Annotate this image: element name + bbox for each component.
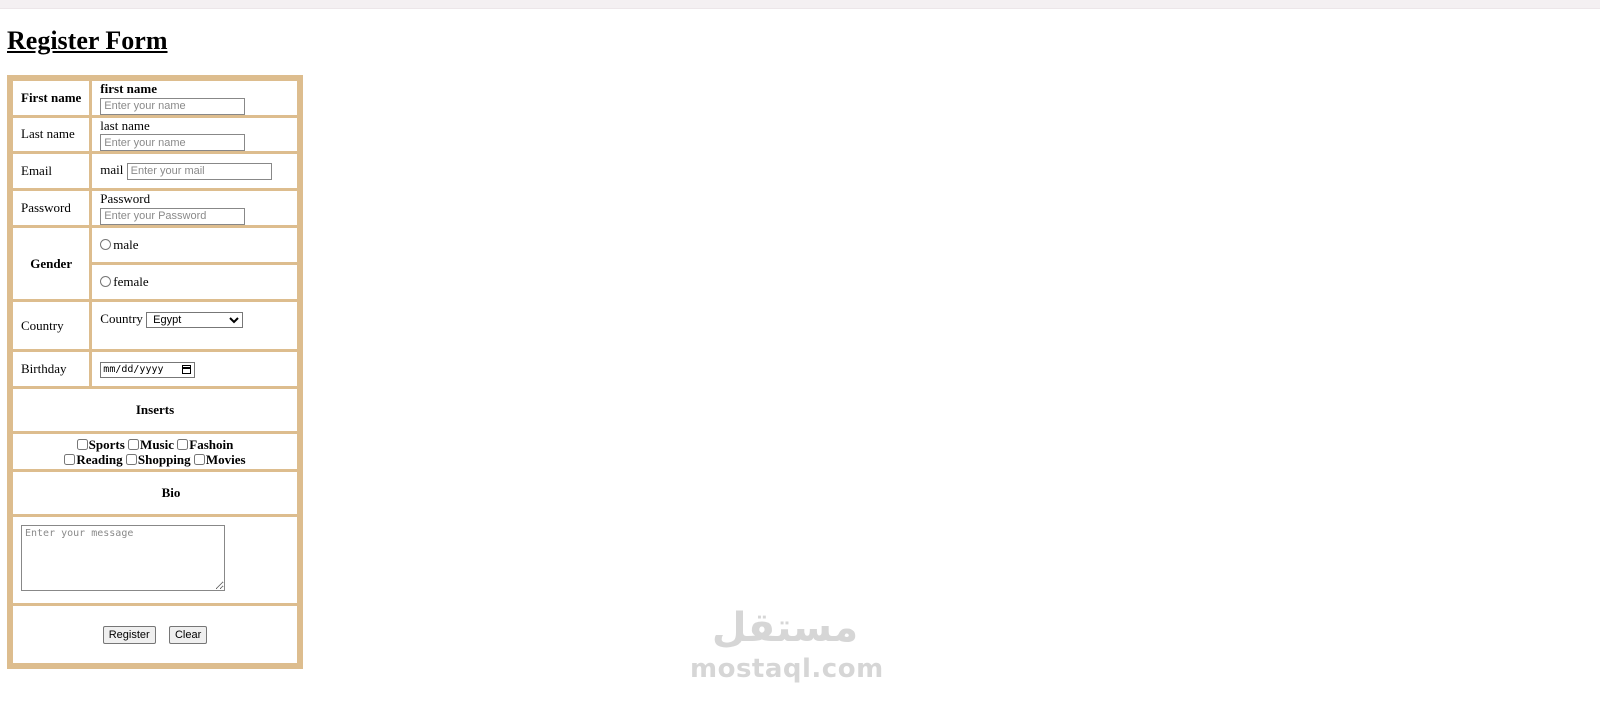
first-name-field-label: first name: [100, 81, 157, 96]
page-title: Register Form: [7, 26, 168, 55]
browser-top-strip: [0, 0, 1600, 9]
gender-female-option[interactable]: female: [100, 274, 149, 290]
birthday-placeholder: mm/dd/yyyy: [103, 363, 164, 375]
last-name-input[interactable]: [100, 134, 246, 152]
gender-male-label: male: [113, 237, 139, 253]
buttons-cell: Register Clear: [13, 606, 297, 663]
calendar-icon[interactable]: [182, 364, 192, 374]
interest-music[interactable]: Music: [128, 437, 174, 452]
interests-header: Inserts: [13, 389, 297, 432]
first-name-cell: first name: [92, 81, 297, 115]
last-name-field-label: last name: [100, 117, 150, 133]
country-select[interactable]: Egypt: [146, 312, 244, 329]
gender-male-cell: male: [92, 228, 297, 263]
interest-fashoin-label: Fashoin: [189, 436, 234, 452]
gender-male-radio[interactable]: [100, 239, 112, 251]
gender-label: Gender: [13, 228, 90, 300]
interest-shopping[interactable]: Shopping: [125, 451, 191, 467]
interest-reading-label: Reading: [76, 451, 123, 467]
country-field-label: Country: [100, 311, 143, 327]
first-name-input[interactable]: [100, 97, 246, 115]
clear-button[interactable]: Clear: [168, 625, 208, 644]
bio-textarea[interactable]: [21, 525, 225, 592]
password-input[interactable]: [100, 207, 246, 225]
interest-fashoin[interactable]: Fashoin: [177, 437, 233, 452]
gender-female-cell: female: [92, 265, 297, 300]
email-cell: mail: [92, 154, 297, 189]
country-label: Country: [13, 302, 90, 350]
interest-movies-checkbox[interactable]: [193, 453, 205, 465]
bio-header: Bio: [13, 472, 297, 515]
register-form-table: First name first name Last name last nam…: [7, 75, 303, 669]
bio-cell: [13, 517, 297, 604]
interest-movies[interactable]: Movies: [193, 451, 246, 467]
interest-fashoin-checkbox[interactable]: [177, 438, 189, 450]
email-input[interactable]: [126, 162, 272, 180]
interest-sports[interactable]: Sports: [76, 436, 125, 452]
interest-sports-label: Sports: [88, 436, 125, 452]
gender-female-radio[interactable]: [100, 276, 112, 288]
gender-female-label: female: [113, 274, 149, 290]
interest-movies-label: Movies: [205, 451, 246, 467]
last-name-cell: last name: [92, 117, 297, 152]
first-name-label: First name: [13, 81, 90, 115]
last-name-label: Last name: [13, 117, 90, 152]
interest-shopping-label: Shopping: [137, 451, 191, 467]
country-cell: Country Egypt: [92, 302, 297, 350]
gender-male-option[interactable]: male: [100, 237, 139, 253]
email-label: Email: [13, 154, 90, 189]
register-button[interactable]: Register: [102, 625, 156, 644]
interest-reading-checkbox[interactable]: [64, 453, 76, 465]
birthday-cell: mm/dd/yyyy: [92, 352, 297, 387]
interests-cell: Sports Music Fashoin Reading Shopping Mo…: [13, 434, 297, 470]
password-cell: Password: [92, 191, 297, 226]
birthday-date-input[interactable]: mm/dd/yyyy: [100, 361, 196, 378]
interest-music-label: Music: [140, 436, 174, 452]
password-field-label: Password: [100, 191, 151, 207]
watermark-arabic: مستقل: [711, 605, 859, 651]
password-label: Password: [13, 191, 90, 226]
interest-sports-checkbox[interactable]: [76, 438, 88, 450]
interest-shopping-checkbox[interactable]: [125, 453, 137, 465]
watermark-latin: mostaql.com: [690, 654, 884, 684]
birthday-label: Birthday: [13, 352, 90, 387]
interest-music-checkbox[interactable]: [128, 438, 140, 450]
email-field-label: mail: [100, 162, 124, 178]
mostaql-watermark: مستقل mostaql.com: [690, 600, 884, 684]
interest-reading[interactable]: Reading: [64, 451, 123, 467]
